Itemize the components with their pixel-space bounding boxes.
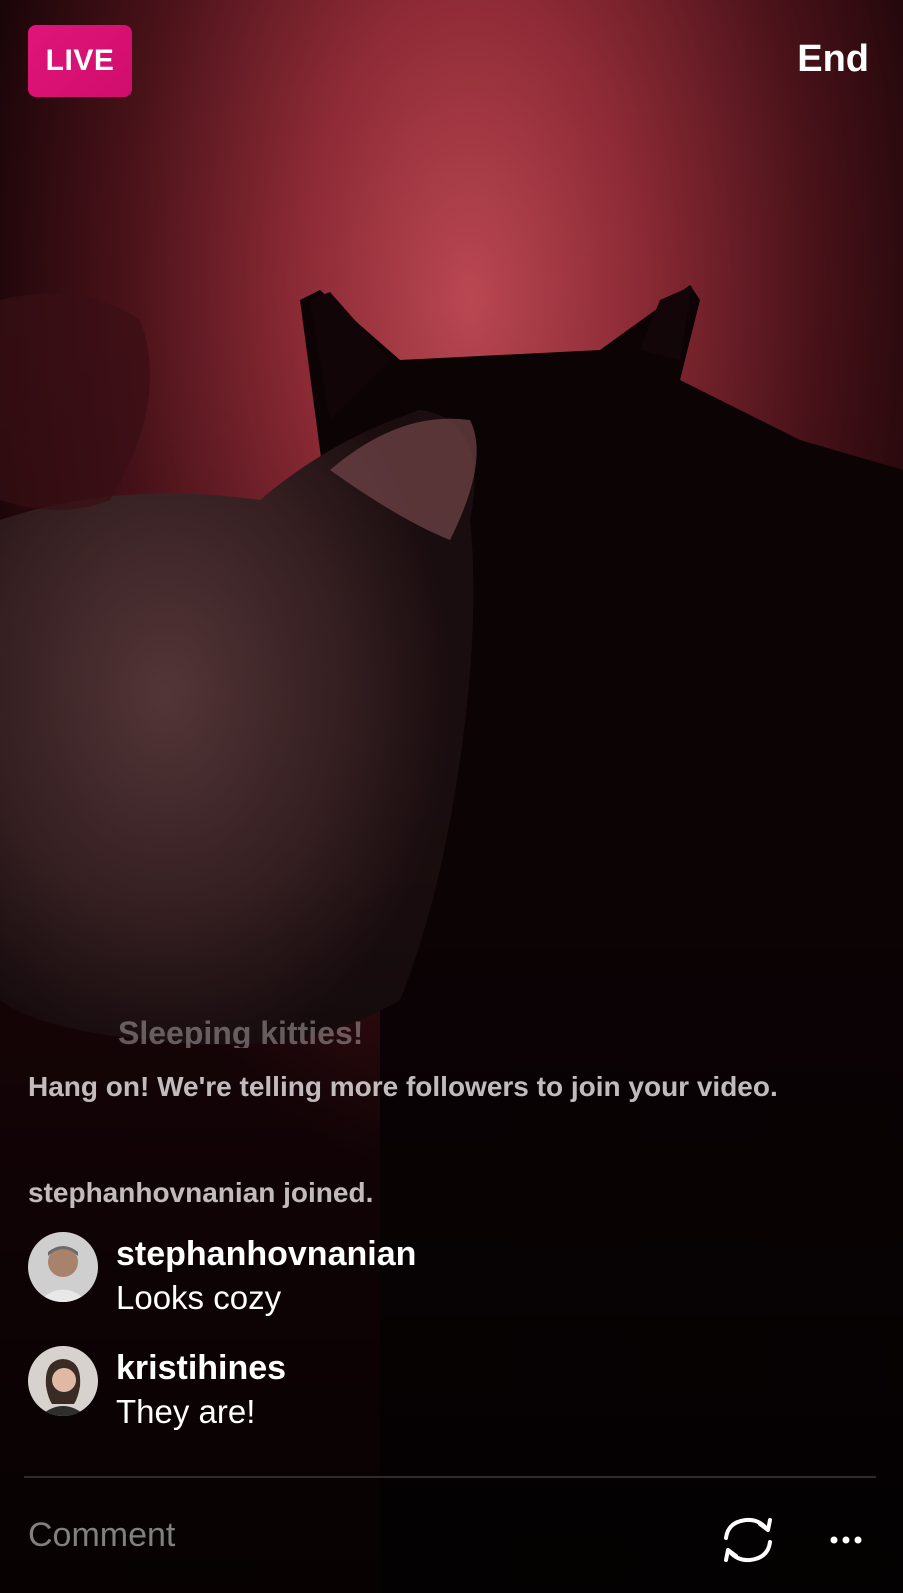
avatar[interactable] xyxy=(28,1346,98,1416)
comment-item: kristihines They are! xyxy=(28,1346,286,1434)
comment-item: stephanhovnanian Looks cozy xyxy=(28,1232,416,1320)
comment-username[interactable]: stephanhovnanian xyxy=(116,1232,416,1276)
camera-flip-icon xyxy=(724,1517,772,1563)
broadcast-title: Sleeping kitties! xyxy=(118,1015,364,1048)
divider xyxy=(24,1476,876,1478)
system-message: Hang on! We're telling more followers to… xyxy=(28,1071,778,1102)
live-badge: LIVE xyxy=(28,25,132,97)
end-live-button[interactable]: End xyxy=(797,38,869,81)
comment-text: They are! xyxy=(116,1393,256,1430)
more-options-button[interactable] xyxy=(822,1520,870,1560)
more-options-icon xyxy=(830,1536,862,1544)
live-video-screen: LIVE End Sleeping kitties! Hang on! We'r… xyxy=(0,0,903,1593)
comment-input[interactable] xyxy=(28,1510,668,1560)
comment-username[interactable]: kristihines xyxy=(116,1346,286,1390)
comment-text: Looks cozy xyxy=(116,1279,282,1316)
camera-flip-button[interactable] xyxy=(712,1508,784,1572)
avatar[interactable] xyxy=(28,1232,98,1302)
viewer-joined-message: stephanhovnanian joined. xyxy=(28,1177,374,1208)
